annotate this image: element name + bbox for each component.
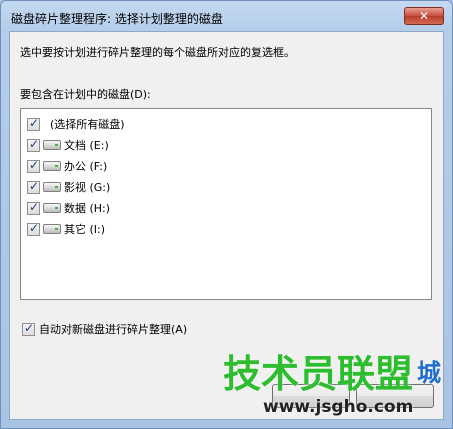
close-button[interactable]: ✕ bbox=[404, 7, 444, 25]
select-all-label: (选择所有磁盘) bbox=[50, 118, 125, 131]
disk-checkbox-e[interactable] bbox=[27, 137, 40, 152]
drive-icon bbox=[43, 224, 61, 234]
select-all-checkbox[interactable] bbox=[27, 116, 40, 131]
title-bar[interactable]: 磁盘碎片整理程序: 选择计划整理的磁盘 ✕ bbox=[1, 1, 452, 31]
dialog-body: 选中要按计划进行碎片整理的每个磁盘所对应的复选框。 要包含在计划中的磁盘(D):… bbox=[9, 31, 444, 420]
close-icon: ✕ bbox=[418, 9, 430, 23]
drive-icon bbox=[43, 161, 61, 171]
disk-checkbox-g[interactable] bbox=[27, 179, 40, 194]
instruction-text: 选中要按计划进行碎片整理的每个磁盘所对应的复选框。 bbox=[20, 46, 295, 59]
disk-row-i[interactable]: 其它 (I:) bbox=[27, 220, 105, 238]
disk-label-i: 其它 (I:) bbox=[64, 223, 106, 236]
disk-label-f: 办公 (F:) bbox=[64, 160, 108, 173]
disk-row-g[interactable]: 影视 (G:) bbox=[27, 178, 110, 196]
cancel-button[interactable] bbox=[356, 384, 434, 408]
drive-icon bbox=[43, 182, 61, 192]
disk-checkbox-f[interactable] bbox=[27, 158, 40, 173]
window-title: 磁盘碎片整理程序: 选择计划整理的磁盘 bbox=[11, 12, 223, 26]
select-all-row[interactable]: (选择所有磁盘) bbox=[27, 115, 125, 133]
disk-row-h[interactable]: 数据 (H:) bbox=[27, 199, 110, 217]
drive-icon bbox=[43, 203, 61, 213]
auto-defrag-row[interactable]: 自动对新磁盘进行碎片整理(A) bbox=[22, 321, 187, 337]
disk-label-e: 文档 (E:) bbox=[64, 139, 109, 152]
disk-label-g: 影视 (G:) bbox=[64, 181, 111, 194]
disk-row-f[interactable]: 办公 (F:) bbox=[27, 157, 107, 175]
auto-defrag-checkbox[interactable] bbox=[22, 321, 35, 336]
disk-checkbox-h[interactable] bbox=[27, 200, 40, 215]
disk-list-label: 要包含在计划中的磁盘(D): bbox=[20, 88, 151, 101]
ok-button[interactable] bbox=[272, 384, 350, 408]
dialog-window: 磁盘碎片整理程序: 选择计划整理的磁盘 ✕ 选中要按计划进行碎片整理的每个磁盘所… bbox=[0, 0, 453, 429]
disk-listbox[interactable]: (选择所有磁盘) 文档 (E:) 办公 (F:) 影视 (G:) 数据 (H:) bbox=[20, 108, 432, 300]
auto-defrag-label: 自动对新磁盘进行碎片整理(A) bbox=[39, 323, 188, 336]
drive-icon bbox=[43, 140, 61, 150]
disk-checkbox-i[interactable] bbox=[27, 221, 40, 236]
disk-row-e[interactable]: 文档 (E:) bbox=[27, 136, 109, 154]
disk-label-h: 数据 (H:) bbox=[64, 202, 111, 215]
